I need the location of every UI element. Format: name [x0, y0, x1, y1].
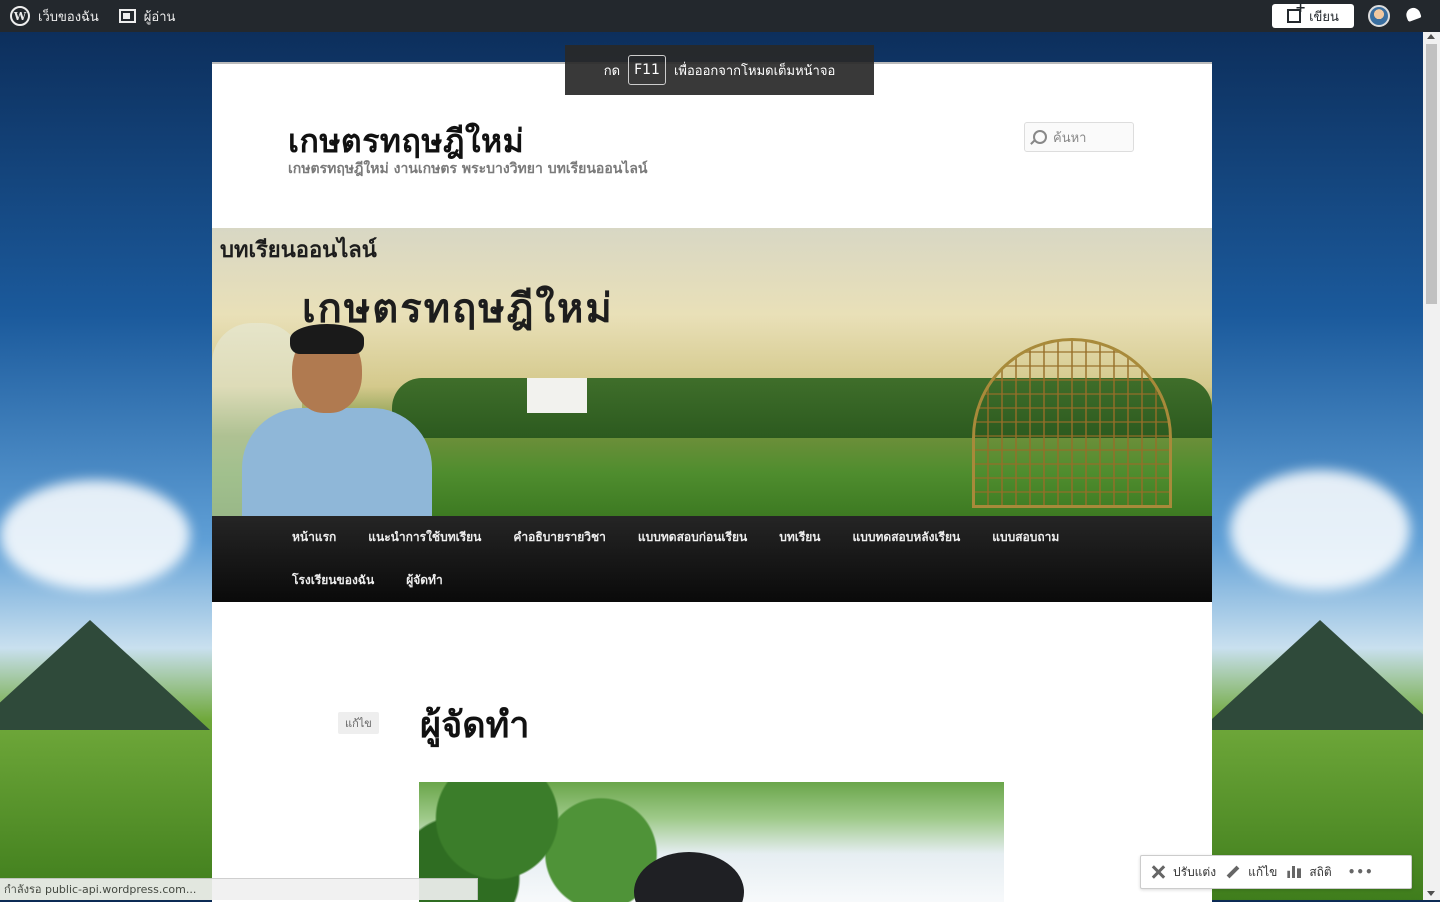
notifications-icon[interactable] [1404, 8, 1422, 24]
nav-item-course-description[interactable]: คำอธิบายรายวิชา [497, 516, 622, 559]
scrollbar-thumb[interactable] [1426, 44, 1437, 304]
stats-button[interactable]: สถิติ [1287, 863, 1332, 882]
search-icon [1033, 130, 1047, 144]
wordpress-logo-icon: W [10, 6, 30, 26]
admin-bar: W เว็บของฉัน ผู้อ่าน เขียน [0, 0, 1440, 32]
nav-item-creator[interactable]: ผู้จัดทำ [390, 559, 459, 602]
banner-small-text: บทเรียนออนไลน์ [220, 237, 377, 263]
customize-label: ปรับแต่ง [1173, 864, 1217, 879]
page-container: เกษตรทฤษฎีใหม่ เกษตรทฤษฎีใหม่ งานเกษตร พ… [212, 62, 1212, 902]
pencil-icon [1226, 865, 1240, 879]
background-mountain [1200, 620, 1440, 730]
nav-item-survey[interactable]: แบบสอบถาม [976, 516, 1075, 559]
fullscreen-notice-prefix: กด [603, 63, 621, 79]
fullscreen-notice-suffix: เพื่อออกจากโหมดเต็มหน้าจอ [673, 63, 836, 79]
nav-item-lessons[interactable]: บทเรียน [763, 516, 836, 559]
reader-label: ผู้อ่าน [143, 9, 176, 25]
nav-item-how-to-use[interactable]: แนะนำการใช้บทเรียน [352, 516, 497, 559]
edit-label: แก้ไข [1248, 864, 1278, 879]
banner-big-text: เกษตรทฤษฎีใหม่ [302, 285, 614, 332]
scroll-up-icon[interactable] [1427, 34, 1435, 39]
f11-key: F11 [628, 55, 666, 85]
reader-icon [118, 9, 136, 23]
stats-icon [1287, 866, 1302, 878]
avatar[interactable] [1368, 5, 1390, 27]
page-scrollbar[interactable] [1423, 32, 1440, 900]
new-post-icon [1287, 1, 1306, 23]
browser-status-bar: กำลังรอ public-api.wordpress.com... [0, 878, 478, 900]
header-banner[interactable]: บทเรียนออนไลน์ เกษตรทฤษฎีใหม่ [212, 228, 1212, 516]
banner-person [242, 324, 432, 516]
edit-button[interactable]: แก้ไข [1226, 863, 1277, 882]
customize-button[interactable]: ปรับแต่ง [1151, 863, 1216, 882]
nav-item-posttest[interactable]: แบบทดสอบหลังเรียน [837, 516, 977, 559]
nav-item-home[interactable]: หน้าแรก [276, 516, 352, 559]
background-cloud [1230, 470, 1410, 590]
search-placeholder: ค้นหา [1053, 130, 1087, 146]
main-navigation: หน้าแรก แนะนำการใช้บทเรียน คำอธิบายรายวิ… [212, 516, 1212, 602]
background-cloud [0, 480, 190, 590]
write-button[interactable]: เขียน [1272, 1, 1354, 28]
entry-photo [419, 782, 1004, 902]
reader-button[interactable]: ผู้อ่าน [109, 0, 186, 32]
background-mountain [0, 620, 210, 730]
page-title: ผู้จัดทำ [420, 704, 530, 746]
fullscreen-notice: กด F11 เพื่อออกจากโหมดเต็มหน้าจอ [565, 45, 874, 95]
action-bar: ปรับแต่ง แก้ไข สถิติ ••• [1140, 855, 1412, 889]
banner-bamboo-dome [972, 338, 1172, 508]
site-description: เกษตรทฤษฎีใหม่ งานเกษตร พระบางวิทยา บทเร… [288, 161, 648, 177]
tools-icon [1151, 865, 1165, 879]
nav-item-my-school[interactable]: โรงเรียนของฉัน [276, 559, 390, 602]
stats-label: สถิติ [1309, 864, 1332, 879]
banner-building [527, 378, 587, 413]
more-options-icon[interactable]: ••• [1348, 865, 1374, 879]
scroll-down-icon[interactable] [1427, 891, 1435, 896]
write-label: เขียน [1309, 9, 1339, 25]
my-sites-button[interactable]: W เว็บของฉัน [0, 0, 109, 32]
my-sites-label: เว็บของฉัน [38, 9, 99, 25]
search-input[interactable]: ค้นหา [1024, 122, 1134, 152]
nav-item-pretest[interactable]: แบบทดสอบก่อนเรียน [622, 516, 763, 559]
edit-link[interactable]: แก้ไข [338, 712, 379, 734]
